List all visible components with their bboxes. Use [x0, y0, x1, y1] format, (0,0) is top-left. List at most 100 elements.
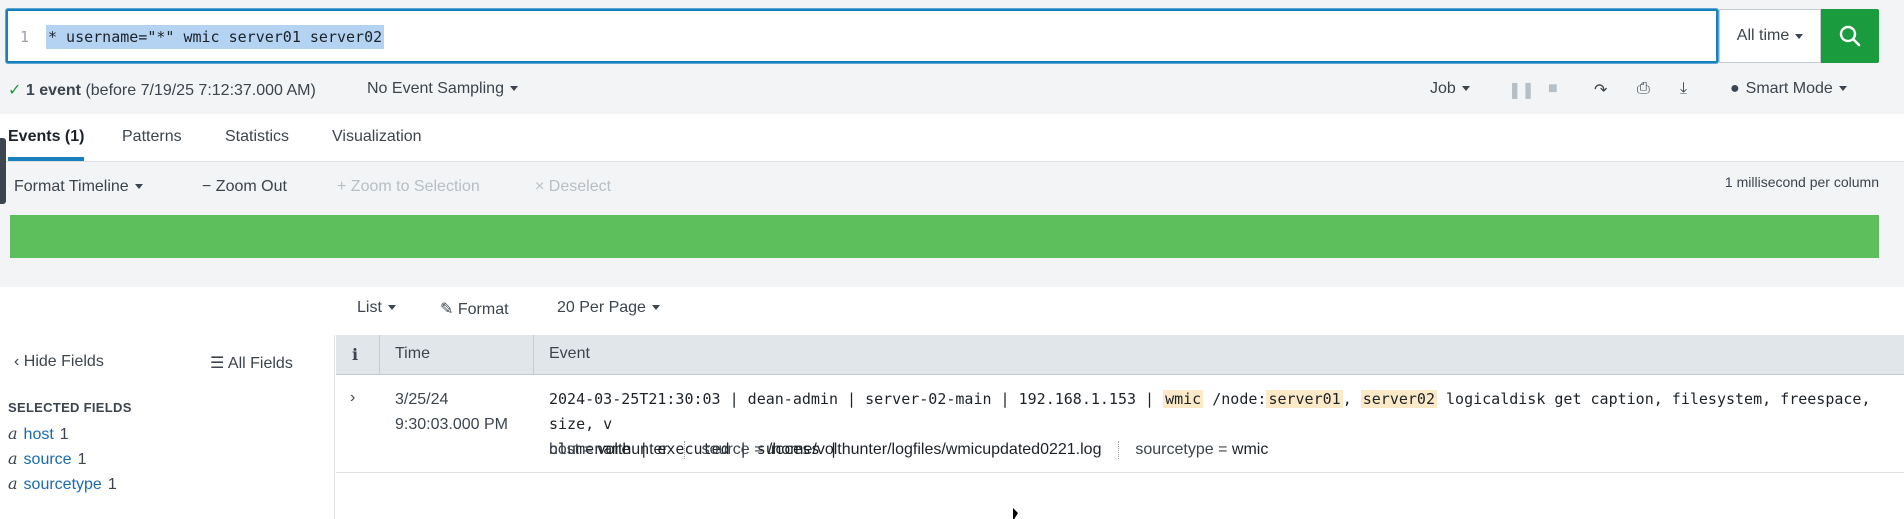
format-timeline-dropdown[interactable]: Format Timeline: [14, 178, 143, 196]
field-item-sourcetype[interactable]: a sourcetype 1: [8, 474, 117, 494]
export-icon[interactable]: ⤓: [1680, 80, 1687, 98]
chevron-down-icon: [1795, 33, 1804, 39]
active-tab-indicator: [8, 157, 84, 161]
field-divider: [1117, 441, 1119, 459]
field-name[interactable]: source: [24, 451, 72, 468]
expand-row-icon[interactable]: ›: [350, 389, 355, 407]
event-column-header[interactable]: Event: [549, 345, 590, 363]
per-page-label: 20 Per Page: [557, 299, 646, 316]
pause-icon[interactable]: ❚❚: [1508, 80, 1535, 100]
results-tabs: Events (1) Patterns Statistics Visualiza…: [0, 114, 1904, 162]
stop-icon[interactable]: ■: [1548, 80, 1558, 98]
time-column-header[interactable]: Time: [395, 345, 430, 363]
event-before-time: (before 7/19/25 7:12:37.000 AM): [85, 82, 316, 99]
events-table: i Time Event › 3/25/24 9:30:03.000 PM 20…: [336, 335, 1904, 519]
host-key: host =: [549, 441, 594, 459]
table-row: › 3/25/24 9:30:03.000 PM 2024-03-25T21:3…: [336, 375, 1904, 473]
event-text-part: ,: [1342, 390, 1361, 408]
search-button[interactable]: [1821, 9, 1879, 63]
field-count: 1: [59, 426, 69, 443]
format-button[interactable]: ✎ Format: [440, 299, 509, 319]
tab-patterns[interactable]: Patterns: [122, 128, 182, 146]
event-count-status: ✓ 1 event (before 7/19/25 7:12:37.000 AM…: [8, 80, 316, 100]
minus-icon: −: [202, 178, 212, 195]
field-count: 1: [107, 476, 117, 493]
event-sampling-dropdown[interactable]: No Event Sampling: [367, 80, 518, 98]
field-divider: [684, 441, 686, 459]
per-page-dropdown[interactable]: 20 Per Page: [557, 299, 660, 317]
side-panel-handle[interactable]: [0, 138, 6, 204]
zoom-selection-label: Zoom to Selection: [350, 178, 480, 195]
field-type: a: [8, 449, 18, 468]
event-text-part: /node:: [1203, 390, 1267, 408]
field-type: a: [8, 424, 18, 443]
hide-fields-label: Hide Fields: [23, 353, 104, 370]
job-dropdown[interactable]: Job: [1430, 80, 1470, 98]
all-fields-label: All Fields: [227, 355, 293, 372]
pencil-icon: ✎: [440, 301, 454, 318]
event-date: 3/25/24: [395, 391, 449, 408]
chevron-down-icon: [1838, 86, 1847, 92]
zoom-out-button[interactable]: − Zoom Out: [202, 178, 287, 196]
field-count: 1: [77, 451, 87, 468]
job-label: Job: [1430, 80, 1456, 97]
chevron-down-icon: [387, 305, 396, 311]
search-mode-label: Smart Mode: [1745, 80, 1833, 97]
chevron-left-icon: ‹: [14, 353, 20, 370]
zoom-out-label: Zoom Out: [215, 178, 287, 195]
close-icon: ×: [535, 178, 545, 195]
share-icon[interactable]: ↷: [1594, 80, 1607, 100]
search-input[interactable]: 1 * username="*" wmic server01 server02: [6, 9, 1718, 63]
event-time-cell: 3/25/24 9:30:03.000 PM: [395, 387, 508, 437]
search-icon: [1839, 25, 1861, 47]
checkmark-icon: ✓: [8, 82, 22, 99]
tab-statistics[interactable]: Statistics: [225, 128, 289, 146]
column-divider: [533, 335, 534, 375]
time-range-label: All time: [1736, 27, 1790, 44]
all-fields-button[interactable]: ☰ All Fields: [210, 353, 293, 373]
job-status-row: ✓ 1 event (before 7/19/25 7:12:37.000 AM…: [0, 70, 1904, 114]
plus-icon: +: [337, 178, 347, 195]
field-name[interactable]: sourcetype: [24, 476, 102, 493]
chevron-down-icon: [651, 305, 660, 311]
sourcetype-value[interactable]: wmic: [1232, 441, 1268, 458]
mouse-cursor-icon: [1013, 508, 1018, 519]
source-value[interactable]: /home/volthunter/logfiles/wmicupdated022…: [768, 441, 1102, 458]
deselect-button[interactable]: × Deselect: [535, 178, 611, 196]
sourcetype-key: sourcetype =: [1135, 441, 1228, 459]
timeline-scale-label: 1 millisecond per column: [1724, 174, 1879, 190]
tab-events[interactable]: Events (1): [8, 128, 84, 146]
search-bar-row: 1 * username="*" wmic server01 server02 …: [0, 0, 1904, 70]
hide-fields-button[interactable]: ‹ Hide Fields: [14, 353, 104, 371]
list-label: List: [357, 299, 382, 316]
list-view-dropdown[interactable]: List: [357, 299, 396, 317]
chevron-down-icon: [134, 184, 143, 190]
event-sampling-label: No Event Sampling: [367, 80, 504, 97]
fields-sidebar: ‹ Hide Fields ☰ All Fields SELECTED FIEL…: [0, 335, 335, 519]
format-label: Format: [457, 301, 509, 318]
zoom-to-selection-button[interactable]: + Zoom to Selection: [337, 178, 480, 196]
search-query-text[interactable]: * username="*" wmic server01 server02: [46, 25, 385, 49]
event-count: 1 event: [25, 82, 81, 99]
timeline-histogram-bar[interactable]: [10, 215, 1879, 258]
deselect-label: Deselect: [548, 178, 612, 195]
field-item-source[interactable]: a source 1: [8, 449, 86, 469]
table-header: i Time Event: [336, 335, 1904, 375]
info-column-header: i: [352, 345, 359, 364]
time-range-picker[interactable]: All time: [1719, 9, 1821, 63]
host-value[interactable]: volthunter: [597, 441, 667, 458]
print-icon[interactable]: ⎙: [1637, 80, 1650, 98]
bulb-icon: ●: [1730, 80, 1740, 97]
search-term-highlight: server02: [1360, 390, 1437, 408]
chevron-down-icon: [509, 86, 518, 92]
field-name[interactable]: host: [24, 426, 54, 443]
list-icon: ☰: [210, 355, 225, 372]
field-type: a: [8, 474, 18, 493]
search-mode-dropdown[interactable]: ● Smart Mode: [1730, 80, 1847, 98]
tab-visualization[interactable]: Visualization: [332, 128, 422, 146]
format-timeline-label: Format Timeline: [14, 178, 129, 195]
line-number: 1: [20, 28, 30, 46]
column-divider: [379, 335, 380, 375]
search-term-highlight: wmic: [1163, 390, 1204, 408]
field-item-host[interactable]: a host 1: [8, 424, 69, 444]
